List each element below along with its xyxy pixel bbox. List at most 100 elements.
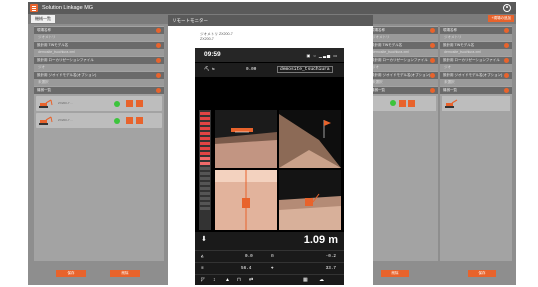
down-arrow-icon: ⬇: [201, 236, 207, 243]
height-icon[interactable]: ↕: [213, 277, 216, 283]
site-panel-left: 現場名称 ジオメトリ 設計用 TINモデル名 demosite_tsuchiur…: [34, 26, 164, 261]
plan-view: [215, 170, 277, 230]
section-value: ジオメトリ: [440, 34, 512, 41]
section-title: 設計用 TINモデル名: [440, 42, 512, 49]
site-panel-right: 現場名称 ジオメトリ 設計用 TINモデル名 demosite_tsuchiur…: [368, 26, 438, 261]
section-title: 設計用 ジオイドモデル名(オプション): [34, 72, 164, 79]
machine-row[interactable]: [370, 96, 436, 111]
edit-icon[interactable]: [430, 43, 435, 48]
section-value: ジオ: [440, 64, 512, 71]
elevation-readout: 0.00: [246, 67, 257, 72]
monitor-button[interactable]: [126, 117, 133, 124]
remote-monitor-dialog: リモートモニター ジオメトリ ZX200-7 ZX200-7 09:59 ▣ ○…: [168, 15, 373, 287]
section-value: demosite_tsuchiura.xml: [440, 49, 512, 56]
section-title: 設計用 TINモデル名: [368, 42, 438, 49]
gps-icon[interactable]: ⛏ ⇆: [204, 67, 215, 72]
dialog-title: リモートモニター: [168, 15, 373, 26]
machine-icon: ⊟: [271, 254, 274, 259]
section-value: ジオメトリ: [368, 34, 438, 41]
delete-site-button[interactable]: 削除: [381, 270, 409, 277]
level-icon: ≡: [201, 266, 204, 271]
excavator-icon: [445, 99, 458, 108]
edit-icon[interactable]: [156, 28, 161, 33]
save-button[interactable]: 保存: [468, 270, 496, 277]
status-bar: 09:59 ▣ ○ ▁▃▅ ▭: [195, 48, 344, 62]
machine-id: ZX200-7 ...: [58, 118, 73, 122]
app-header: Solution Linkage MG: [28, 2, 516, 14]
add-icon[interactable]: [430, 88, 435, 93]
site-panel-far-right: 現場名称 ジオメトリ 設計用 TINモデル名 demosite_tsuchiur…: [440, 26, 512, 261]
delete-button[interactable]: [408, 100, 415, 107]
delete-button[interactable]: [136, 100, 143, 107]
edit-icon[interactable]: [430, 58, 435, 63]
machine-id: ZX200-7 ...: [58, 101, 73, 105]
edit-icon[interactable]: [504, 58, 509, 63]
section-value: demosite_tsuchiura.xml: [368, 49, 438, 56]
edit-icon[interactable]: [430, 28, 435, 33]
monitor-button[interactable]: [126, 100, 133, 107]
section-value: ジオメトリ: [34, 34, 164, 41]
section-title: 現場名称: [34, 27, 164, 34]
measure-icon[interactable]: ◸: [201, 277, 205, 283]
slope-icon: ◭: [201, 254, 204, 259]
section-title: 機械一覧: [34, 87, 164, 94]
add-site-button[interactable]: +現場の追加: [488, 15, 514, 22]
readout-value: 56.4: [241, 266, 252, 271]
machine-row[interactable]: ZX200-7 ...: [36, 96, 162, 111]
save-button[interactable]: 保存: [56, 270, 86, 277]
status-icons: ▣ ○ ▁▃▅ ▭: [306, 53, 338, 58]
3d-view: [279, 110, 341, 168]
excavator-icon: [39, 99, 53, 108]
clock: 09:59: [204, 51, 221, 58]
section-title: 設計用 ローカリゼーションファイル: [34, 57, 164, 64]
delete-site-button[interactable]: 削除: [110, 270, 140, 277]
cloud-icon[interactable]: ☁: [319, 277, 324, 283]
machine-row[interactable]: ZX200-7 ...: [36, 113, 162, 128]
status-indicator: [114, 101, 120, 107]
section-value: 未選択: [440, 79, 512, 86]
readout-row: ≡ 56.4 ⌖ 33.7: [195, 262, 344, 273]
section-title: 設計用 ジオイドモデル名(オプション): [440, 72, 512, 79]
edit-icon[interactable]: [504, 28, 509, 33]
edit-icon[interactable]: [504, 73, 509, 78]
target-icon[interactable]: ▲: [225, 277, 230, 283]
section-title: 設計用 ローカリゼーションファイル: [440, 57, 512, 64]
menu-icon[interactable]: [30, 4, 38, 12]
section-value: demosite_tsuchiura.xml: [34, 49, 164, 56]
add-icon[interactable]: [156, 88, 161, 93]
section-title: 設計用 ローカリゼーションファイル: [368, 57, 438, 64]
add-icon[interactable]: [504, 88, 509, 93]
site-name[interactable]: demosite_tsuchiura: [277, 66, 333, 73]
readout-row: ◭ 0.0 ⊟ -0.2: [195, 250, 344, 261]
edit-icon[interactable]: [504, 43, 509, 48]
monitor-icon[interactable]: ⊓: [237, 277, 241, 283]
readout-value: 0.0: [245, 254, 253, 259]
user-icon[interactable]: [503, 4, 511, 12]
status-indicator: [390, 100, 396, 106]
excavator-icon: [39, 116, 53, 125]
side-view: [279, 170, 341, 230]
section-value: 未選択: [34, 79, 164, 86]
transfer-icon[interactable]: ⇄: [249, 277, 253, 283]
delete-button[interactable]: [136, 117, 143, 124]
monitor-button[interactable]: [399, 100, 406, 107]
section-title: 機械一覧: [368, 87, 438, 94]
profile-view: [215, 110, 277, 168]
section-title: 設計用 TINモデル名: [34, 42, 164, 49]
monitor-screen: 09:59 ▣ ○ ▁▃▅ ▭ ⛏ ⇆ 0.00 demosite_tsuchi…: [195, 48, 344, 285]
section-value: 未選択: [368, 79, 438, 86]
tool-bar: ◸ ↕ ▲ ⊓ ⇄ ▦ ☁: [195, 274, 344, 285]
section-title: 機械一覧: [440, 87, 512, 94]
section-title: 設計用 ジオイドモデル名(オプション): [368, 72, 438, 79]
readout-panel: ⬇ 1.09 m ◭ 0.0 ⊟ -0.2 ≡ 56.4 ⌖ 33.7 ◸ ↕ …: [195, 232, 344, 285]
section-value: ジオ: [368, 64, 438, 71]
section-title: 現場名称: [368, 27, 438, 34]
grid-icon[interactable]: ▦: [303, 277, 308, 283]
machine-row[interactable]: [442, 96, 510, 111]
edit-icon[interactable]: [156, 43, 161, 48]
edit-icon[interactable]: [430, 73, 435, 78]
guidance-toolbar: ⛏ ⇆ 0.00 demosite_tsuchiura: [195, 63, 344, 77]
tab-machine-list[interactable]: 機械一覧: [31, 15, 55, 23]
edit-icon[interactable]: [156, 73, 161, 78]
edit-icon[interactable]: [156, 58, 161, 63]
